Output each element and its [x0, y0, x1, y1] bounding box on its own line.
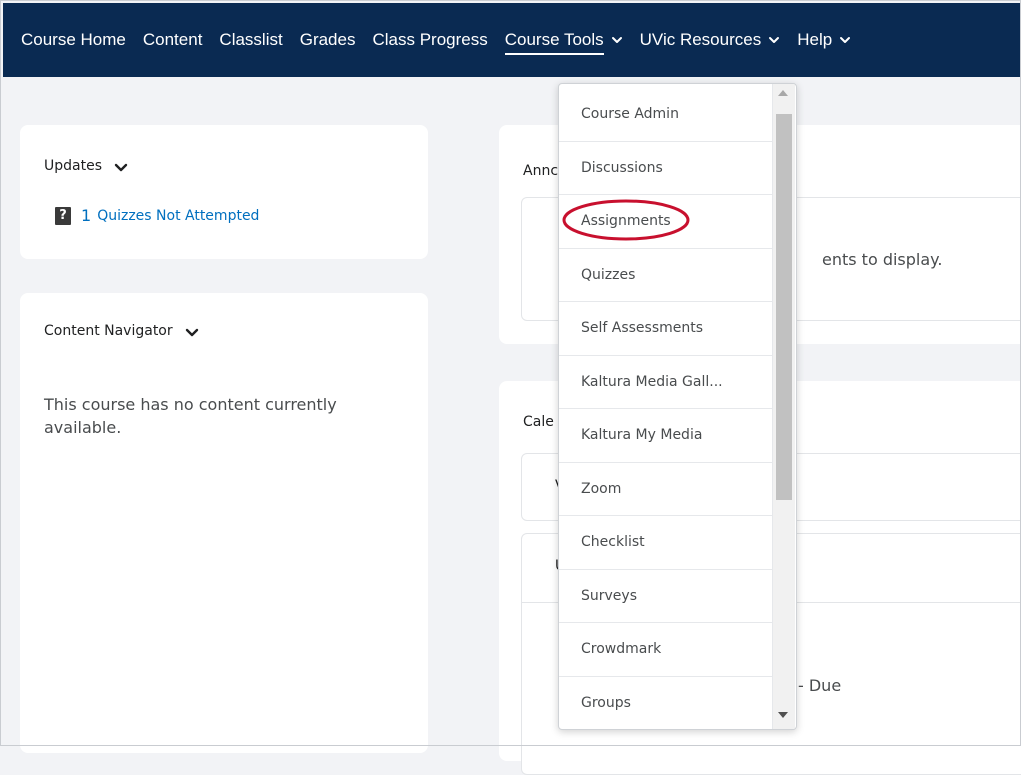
menu-item-crowdmark[interactable]: Crowdmark: [559, 623, 773, 677]
dropdown-scrollbar[interactable]: [772, 84, 795, 729]
update-count: 1: [81, 206, 92, 225]
content-navigator-widget: Content Navigator This course has no con…: [20, 293, 428, 753]
menu-item-kaltura-my-media[interactable]: Kaltura My Media: [559, 409, 773, 463]
chevron-down-icon: [114, 161, 128, 172]
calendar-title[interactable]: Cale: [523, 414, 554, 430]
nav-course-home[interactable]: Course Home: [3, 3, 126, 77]
quizzes-not-attempted-link[interactable]: Quizzes Not Attempted: [97, 208, 259, 224]
nav-grades[interactable]: Grades: [283, 3, 356, 77]
chevron-down-icon: [185, 326, 199, 337]
course-tools-dropdown: Course Admin Discussions Assignments Qui…: [558, 83, 797, 730]
menu-item-self-assessments[interactable]: Self Assessments: [559, 302, 773, 356]
update-quizzes-row[interactable]: ? 1 Quizzes Not Attempted: [55, 206, 259, 225]
chevron-down-icon: [839, 34, 851, 46]
menu-item-zoom[interactable]: Zoom: [559, 463, 773, 516]
scrollbar-thumb[interactable]: [776, 114, 792, 500]
menu-item-surveys[interactable]: Surveys: [559, 570, 773, 623]
chevron-down-icon: [611, 34, 623, 46]
menu-item-discussions[interactable]: Discussions: [559, 142, 773, 195]
nav-course-tools[interactable]: Course Tools: [488, 3, 623, 77]
dropdown-menu-list: Course Admin Discussions Assignments Qui…: [559, 88, 773, 730]
nav-classlist[interactable]: Classlist: [202, 3, 282, 77]
nav-help[interactable]: Help: [780, 3, 851, 77]
scroll-up-arrow-icon[interactable]: [778, 90, 788, 96]
chevron-down-icon: [768, 34, 780, 46]
menu-item-course-admin[interactable]: Course Admin: [559, 88, 773, 142]
no-announcements-message: ents to display.: [822, 250, 943, 269]
updates-title[interactable]: Updates: [44, 158, 128, 174]
question-icon: ?: [55, 206, 71, 225]
announcements-title[interactable]: Annc: [523, 163, 558, 179]
content-navigator-title[interactable]: Content Navigator: [44, 323, 199, 339]
menu-item-checklist[interactable]: Checklist: [559, 516, 773, 570]
menu-item-kaltura-media-gallery[interactable]: Kaltura Media Gall...: [559, 356, 773, 409]
menu-item-groups[interactable]: Groups: [559, 677, 773, 730]
menu-item-quizzes[interactable]: Quizzes: [559, 249, 773, 302]
course-navbar: Course Home Content Classlist Grades Cla…: [3, 3, 1021, 77]
updates-widget: Updates ? 1 Quizzes Not Attempted: [20, 125, 428, 259]
nav-uvic-resources[interactable]: UVic Resources: [623, 3, 781, 77]
calendar-event-due[interactable]: - Due: [798, 676, 841, 695]
scroll-down-arrow-icon[interactable]: [778, 712, 788, 718]
nav-content[interactable]: Content: [126, 3, 203, 77]
menu-item-assignments[interactable]: Assignments: [559, 195, 773, 249]
nav-class-progress[interactable]: Class Progress: [355, 3, 487, 77]
no-content-message: This course has no content currently ava…: [44, 395, 337, 437]
